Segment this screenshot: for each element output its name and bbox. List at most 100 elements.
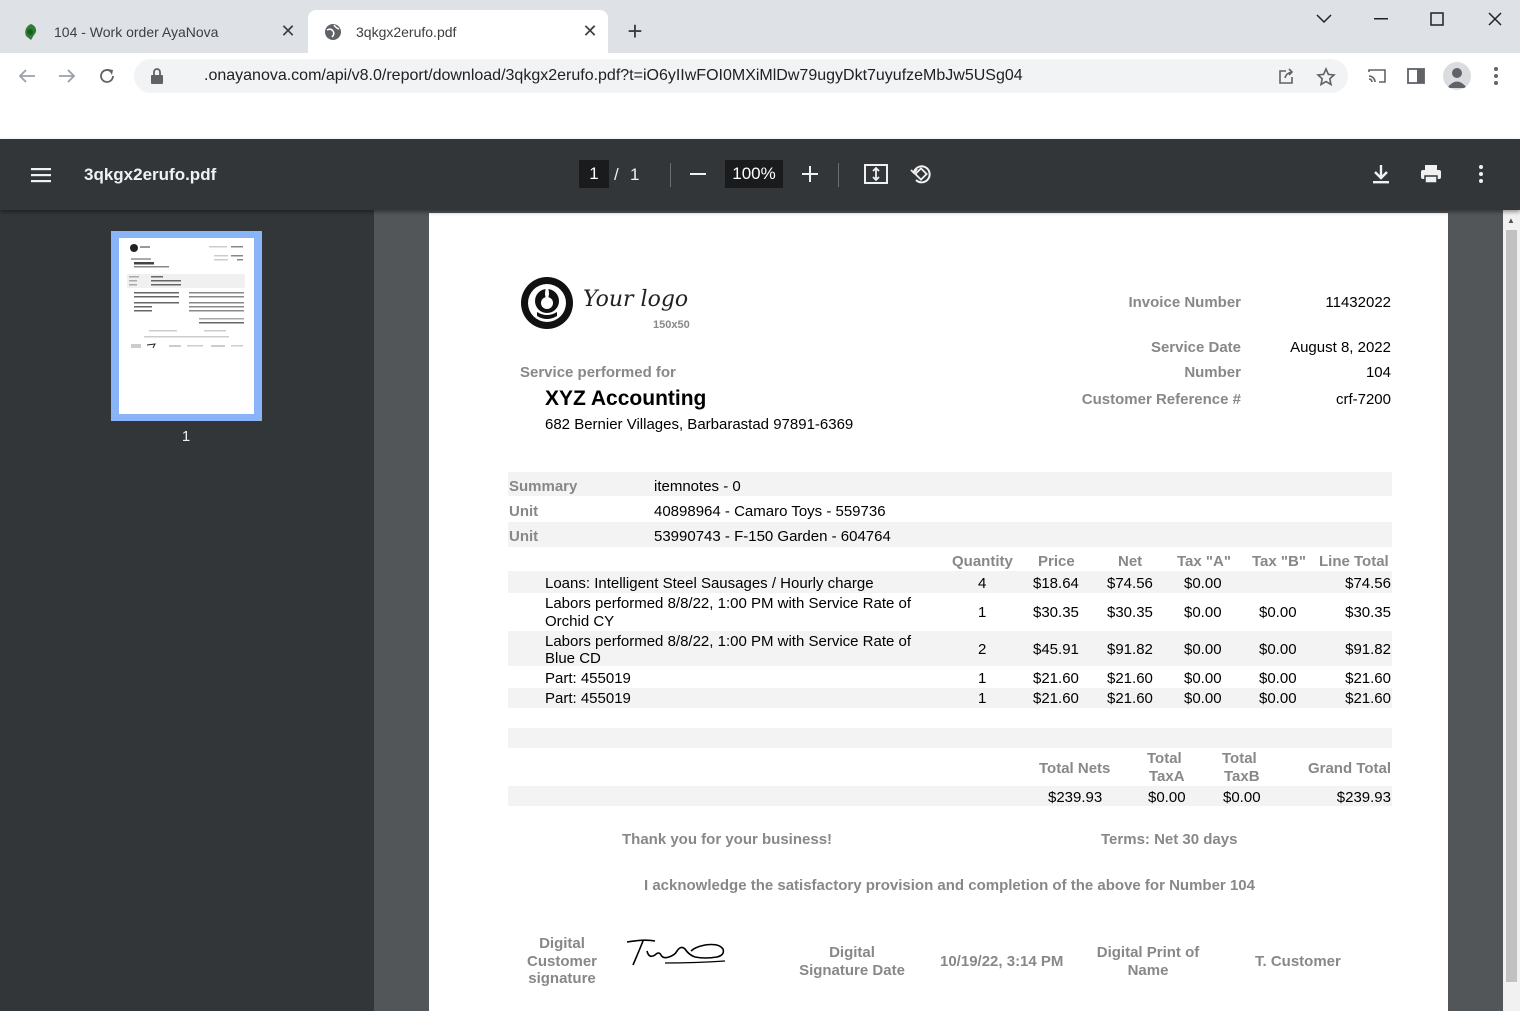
page-separator: / [614, 165, 619, 184]
minimize-icon[interactable] [1352, 0, 1410, 38]
total-taxa-label: TaxA [1149, 768, 1185, 785]
zoom-level-input[interactable]: 100% [725, 160, 783, 188]
customer-signature-image [626, 939, 726, 966]
item-price: $18.64 [1033, 575, 1079, 592]
customer-address: 682 Bernier Villages, Barbarastad 97891-… [545, 416, 854, 433]
item-tax-a: $0.00 [1184, 641, 1222, 658]
hamburger-menu-icon[interactable] [28, 162, 54, 188]
fit-to-page-icon[interactable] [863, 161, 889, 187]
total-taxb-label: TaxB [1224, 768, 1260, 785]
item-tax-b: $0.00 [1259, 604, 1297, 621]
item-qty: 1 [978, 604, 987, 621]
item-description: Loans: Intelligent Steel Sausages / Hour… [545, 575, 874, 592]
pdf-page: Your logo 150x50 Invoice Number 11432022… [429, 213, 1448, 1011]
thumbnail-page-number: 1 [181, 428, 191, 445]
tab-close-icon[interactable]: ✕ [578, 20, 602, 44]
summary-band [508, 522, 1392, 547]
share-icon[interactable] [1276, 67, 1296, 87]
print-icon[interactable] [1418, 161, 1444, 187]
address-bar[interactable]: .onayanova.com/api/v8.0/report/download/… [134, 59, 1348, 93]
col-price: Price [1038, 553, 1075, 570]
item-price: $21.60 [1033, 690, 1079, 707]
rotate-icon[interactable] [908, 161, 934, 187]
item-tax-b: $0.00 [1259, 690, 1297, 707]
total-taxb-value: $0.00 [1223, 789, 1261, 806]
toolbar-divider [838, 163, 839, 187]
toolbar-divider [670, 163, 671, 187]
logo-emblem-icon [521, 277, 573, 329]
col-line-total: Line Total [1319, 553, 1389, 570]
profile-avatar[interactable] [1443, 62, 1471, 90]
signature-date-value: 10/19/22, 3:14 PM [940, 953, 1064, 970]
zoom-out-icon[interactable] [685, 161, 711, 187]
customer-reference-value: crf-7200 [1335, 391, 1391, 408]
tab-work-order[interactable]: 104 - Work order AyaNova ✕ [0, 10, 306, 53]
forward-arrow-icon[interactable] [53, 62, 81, 90]
item-tax-a: $0.00 [1184, 575, 1222, 592]
invoice-number-value: 11432022 [1325, 294, 1391, 311]
item-qty: 2 [978, 641, 987, 658]
thank-you-text: Thank you for your business! [622, 831, 833, 848]
print-name-label: Digital Print of Name [1093, 944, 1203, 979]
item-price: $45.91 [1033, 641, 1079, 658]
zoom-in-icon[interactable] [797, 161, 823, 187]
item-net: $21.60 [1107, 670, 1153, 687]
spacer-band [508, 728, 1392, 748]
globe-icon [325, 23, 341, 40]
signature-label-line: Customer [526, 952, 597, 970]
side-panel-icon[interactable] [1403, 63, 1429, 89]
item-qty: 1 [978, 670, 987, 687]
item-qty: 4 [978, 575, 987, 592]
unit-label: Unit [509, 528, 539, 545]
star-icon[interactable] [1316, 67, 1336, 87]
back-arrow-icon[interactable] [13, 62, 41, 90]
item-line-total: $21.60 [1345, 670, 1391, 687]
pdf-toolbar: 3qkgx2erufo.pdf 1 / 1 100% [0, 139, 1520, 210]
tab-close-icon[interactable]: ✕ [276, 20, 300, 44]
number-label: Number [1184, 364, 1241, 381]
maximize-icon[interactable] [1408, 0, 1466, 38]
item-net: $91.82 [1107, 641, 1153, 658]
print-name-label-line: Name [1127, 961, 1169, 979]
scrollbar-thumb[interactable] [1506, 230, 1517, 982]
item-line-total: $91.82 [1345, 641, 1391, 658]
logo-size-text: 150x50 [653, 319, 690, 331]
scroll-up-arrow-icon[interactable]: ▲ [1507, 216, 1515, 225]
pdf-more-vert-icon[interactable] [1468, 161, 1494, 187]
service-date-value: August 8, 2022 [1290, 339, 1391, 356]
ayanova-favicon-icon [25, 23, 37, 40]
new-tab-plus-icon[interactable]: + [622, 18, 648, 44]
col-quantity: Quantity [952, 553, 1013, 570]
item-price: $21.60 [1033, 670, 1079, 687]
item-price: $30.35 [1033, 604, 1079, 621]
grand-total-label: Grand Total [1307, 760, 1391, 777]
item-description: Part: 455019 [545, 670, 631, 687]
lock-icon[interactable] [150, 68, 164, 84]
item-line-total: $21.60 [1345, 690, 1391, 707]
tab-pdf[interactable]: 3qkgx2erufo.pdf ✕ [308, 10, 608, 53]
download-icon[interactable] [1368, 161, 1394, 187]
reload-icon[interactable] [93, 62, 121, 90]
item-tax-b: $0.00 [1259, 670, 1297, 687]
signature-label-line: signature [528, 970, 596, 987]
item-tax-b: $0.00 [1259, 641, 1297, 658]
grand-total-value: $239.93 [1336, 789, 1391, 806]
item-line-total: $30.35 [1345, 604, 1391, 621]
service-performed-label: Service performed for [520, 364, 676, 381]
page-thumbnail[interactable] [111, 231, 262, 421]
page-number-input[interactable]: 1 [579, 160, 609, 188]
summary-value: itemnotes - 0 [654, 478, 741, 495]
url-text: .onayanova.com/api/v8.0/report/download/… [204, 67, 1023, 84]
close-window-icon[interactable] [1466, 0, 1520, 38]
item-description: Labors performed 8/8/22, 1:00 PM with Se… [545, 633, 912, 650]
tab-search-chevron-icon[interactable] [1295, 0, 1353, 38]
signature-date-label-line: Signature Date [799, 961, 905, 979]
print-name-label-line: Digital Print of [1096, 944, 1200, 961]
more-vert-icon[interactable] [1483, 63, 1509, 89]
cast-icon[interactable] [1364, 63, 1390, 89]
item-net: $74.56 [1107, 575, 1153, 592]
pdf-viewer-area[interactable]: Your logo 150x50 Invoice Number 11432022… [374, 210, 1520, 1011]
tab-title: 3qkgx2erufo.pdf [356, 23, 457, 40]
item-description: Labors performed 8/8/22, 1:00 PM with Se… [545, 595, 912, 612]
invoice-number-label: Invoice Number [1128, 294, 1241, 311]
